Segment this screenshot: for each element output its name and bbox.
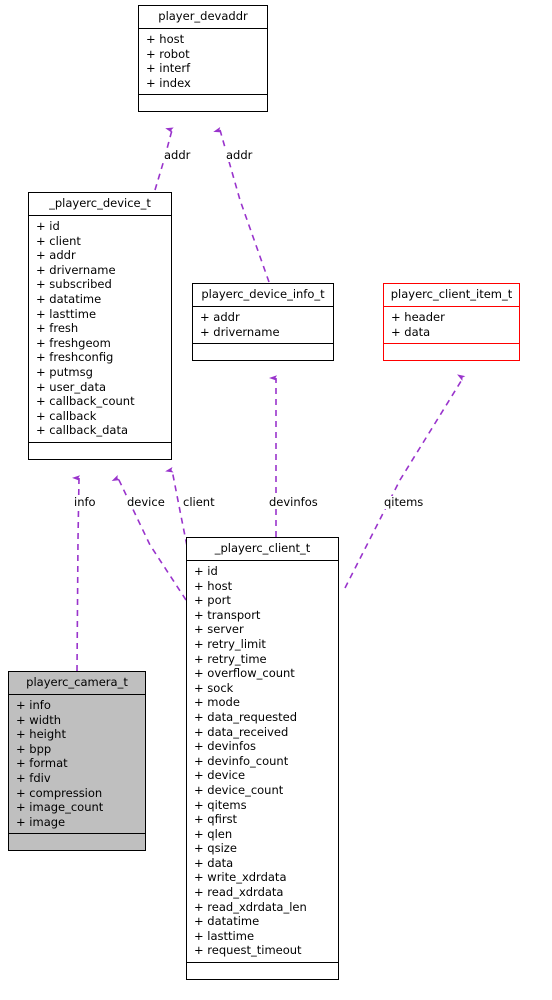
class-box-player-devaddr[interactable]: player_devaddr + host + robot + interf +… (138, 5, 268, 113)
class-attributes: + addr + drivername (193, 307, 333, 343)
edge-label-devinfos: devinfos (268, 495, 319, 509)
class-attribute: + index (146, 75, 191, 90)
class-attribute: + sock (194, 680, 234, 695)
class-attribute: + image_count (16, 800, 104, 815)
edge-label-addr-deviceinfo: addr (225, 148, 254, 162)
class-title: playerc_camera_t (26, 675, 128, 689)
class-attributes: + host + robot + interf + index (139, 29, 267, 94)
class-attributes: + header + data (384, 307, 519, 343)
class-attribute: + devinfo_count (194, 753, 289, 768)
class-attribute: + data_received (194, 724, 289, 739)
class-operations (193, 344, 333, 360)
class-attributes: + id + host + port + transport + server … (187, 561, 338, 962)
class-attribute: + freshconfig (36, 350, 114, 365)
class-attribute: + user_data (36, 379, 107, 394)
class-attribute: + datatime (36, 291, 102, 306)
class-attribute: + putmsg (36, 364, 93, 379)
class-attribute: + interf (146, 61, 191, 76)
class-attribute: + client (36, 233, 81, 248)
class-attribute: + format (16, 756, 68, 771)
class-attribute: + host (194, 578, 233, 593)
class-title: player_devaddr (158, 9, 248, 23)
class-attribute: + device (194, 768, 246, 783)
class-attribute: + retry_limit (194, 636, 266, 651)
class-attribute: + drivername (200, 324, 280, 339)
class-attribute: + transport (194, 607, 261, 622)
class-attribute: + read_xdrdata_len (194, 899, 307, 914)
class-attribute: + addr (36, 248, 76, 263)
class-attribute: + callback (36, 408, 97, 423)
class-operations (9, 834, 145, 850)
class-attribute: + mode (194, 695, 240, 710)
class-attribute: + robot (146, 46, 190, 61)
class-box-playerc-device-info-t[interactable]: playerc_device_info_t + addr + drivernam… (192, 283, 334, 362)
class-attribute: + data_requested (194, 709, 298, 724)
class-attribute: + freshgeom (36, 335, 111, 350)
class-attribute: + server (194, 622, 244, 637)
edge-qitems (344, 374, 466, 589)
class-title: _playerc_client_t (214, 541, 311, 555)
class-attribute: + bpp (16, 741, 52, 756)
class-attribute: + qsize (194, 841, 237, 856)
class-operations (187, 963, 338, 979)
edge-label-qitems: qitems (383, 495, 425, 509)
class-attribute: + retry_time (194, 651, 267, 666)
class-attribute: + read_xdrdata (194, 885, 284, 900)
class-attribute: + height (16, 727, 66, 742)
class-attribute: + image (16, 814, 66, 829)
class-attribute: + subscribed (36, 277, 112, 292)
class-attributes: + id + client + addr + drivername + subs… (29, 216, 171, 442)
class-attribute: + device_count (194, 782, 284, 797)
class-attribute: + write_xdrdata (194, 870, 287, 885)
class-attribute: + lasttime (36, 306, 97, 321)
class-attribute: + callback_count (36, 394, 135, 409)
class-attribute: + width (16, 712, 61, 727)
class-attribute: + header (391, 310, 445, 324)
class-attribute: + qlen (194, 826, 233, 841)
class-title: playerc_device_info_t (201, 287, 325, 301)
class-attribute: + datatime (194, 914, 260, 929)
class-attribute: + callback_data (36, 423, 129, 438)
class-attribute: + request_timeout (194, 943, 302, 958)
class-attribute: + port (194, 593, 231, 608)
class-title: playerc_client_item_t (390, 287, 513, 301)
class-attribute: + id (36, 219, 60, 233)
class-operations (139, 95, 267, 111)
edge-label-client: client (182, 495, 216, 509)
class-attribute: + data (194, 855, 234, 870)
class-attribute: + fresh (36, 321, 79, 336)
edge-label-info: info (73, 495, 97, 509)
class-attribute: + host (146, 32, 185, 46)
class-operations (384, 344, 519, 360)
class-attribute: + id (194, 564, 218, 578)
class-attribute: + devinfos (194, 739, 257, 754)
class-box-playerc-camera-t[interactable]: playerc_camera_t + info + width + height… (8, 671, 146, 852)
class-attribute: + qfirst (194, 812, 238, 827)
edge-label-addr-device: addr (163, 148, 192, 162)
class-attribute: + lasttime (194, 928, 255, 943)
class-attribute: + addr (200, 310, 240, 324)
class-attribute: + overflow_count (194, 666, 295, 681)
class-attribute: + data (391, 324, 431, 339)
class-attribute: + fdiv (16, 770, 51, 785)
class-attribute: + drivername (36, 262, 116, 277)
class-operations (29, 443, 171, 459)
uml-class-diagram: player_devaddr + host + robot + interf +… (0, 0, 552, 1000)
class-attribute: + compression (16, 785, 103, 800)
class-box-playerc-device-t[interactable]: _playerc_device_t + id + client + addr +… (28, 192, 172, 460)
class-attributes: + info + width + height + bpp + format +… (9, 695, 145, 833)
class-box-playerc-client-t[interactable]: _playerc_client_t + id + host + port + t… (186, 537, 339, 981)
class-title: _playerc_device_t (49, 196, 151, 210)
edge-label-device: device (126, 495, 166, 509)
class-attribute: + info (16, 698, 51, 712)
class-attribute: + qitems (194, 797, 247, 812)
class-box-playerc-client-item-t[interactable]: playerc_client_item_t + header + data (383, 283, 520, 362)
